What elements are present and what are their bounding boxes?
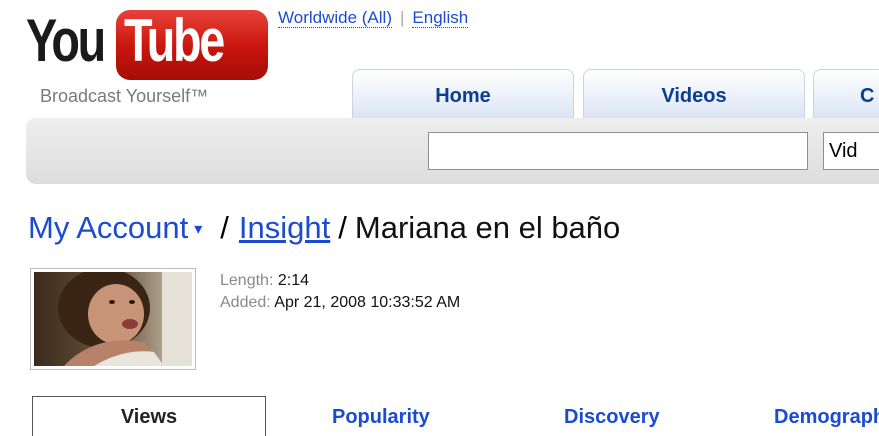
- tab-demographics[interactable]: Demographics: [774, 404, 879, 430]
- breadcrumb: My Account ▾ / Insight / Mariana en el baño: [28, 206, 620, 252]
- tab-home[interactable]: Home: [352, 69, 574, 119]
- youtube-logo[interactable]: You Tube Broadcast Yourself™: [26, 6, 268, 116]
- tab-popularity[interactable]: Popularity: [332, 404, 430, 430]
- added-row: Added: Apr 21, 2008 10:33:52 AM: [220, 292, 460, 314]
- length-label: Length:: [220, 272, 274, 289]
- logo-you-text: You: [26, 7, 106, 74]
- video-meta: Length: 2:14 Added: Apr 21, 2008 10:33:5…: [220, 270, 460, 314]
- search-scope-select[interactable]: Vid: [823, 132, 879, 170]
- tab-channels[interactable]: C: [813, 69, 879, 119]
- length-row: Length: 2:14: [220, 270, 460, 292]
- added-value: Apr 21, 2008 10:33:52 AM: [274, 294, 461, 311]
- tab-videos[interactable]: Videos: [583, 69, 805, 119]
- breadcrumb-insight[interactable]: Insight: [239, 210, 330, 245]
- thumbnail-image: [34, 272, 192, 366]
- search-input[interactable]: [428, 132, 808, 170]
- page-title: Mariana en el baño: [354, 210, 621, 245]
- length-value: 2:14: [277, 272, 309, 289]
- region-language-links: Worldwide (All) | English: [278, 8, 469, 28]
- region-link[interactable]: Worldwide (All): [278, 8, 392, 28]
- region-separator: |: [400, 8, 405, 27]
- chevron-down-icon[interactable]: ▾: [194, 221, 202, 238]
- video-thumbnail[interactable]: [30, 268, 196, 370]
- added-label: Added:: [220, 294, 271, 311]
- logo-tube-text: Tube: [124, 7, 225, 74]
- breadcrumb-my-account[interactable]: My Account: [28, 210, 188, 245]
- tab-views[interactable]: Views: [32, 396, 266, 436]
- breadcrumb-separator: /: [338, 210, 347, 245]
- logo-tagline: Broadcast Yourself™: [40, 86, 209, 106]
- language-link[interactable]: English: [412, 8, 469, 28]
- breadcrumb-separator: /: [220, 210, 229, 245]
- tab-discovery[interactable]: Discovery: [564, 404, 660, 430]
